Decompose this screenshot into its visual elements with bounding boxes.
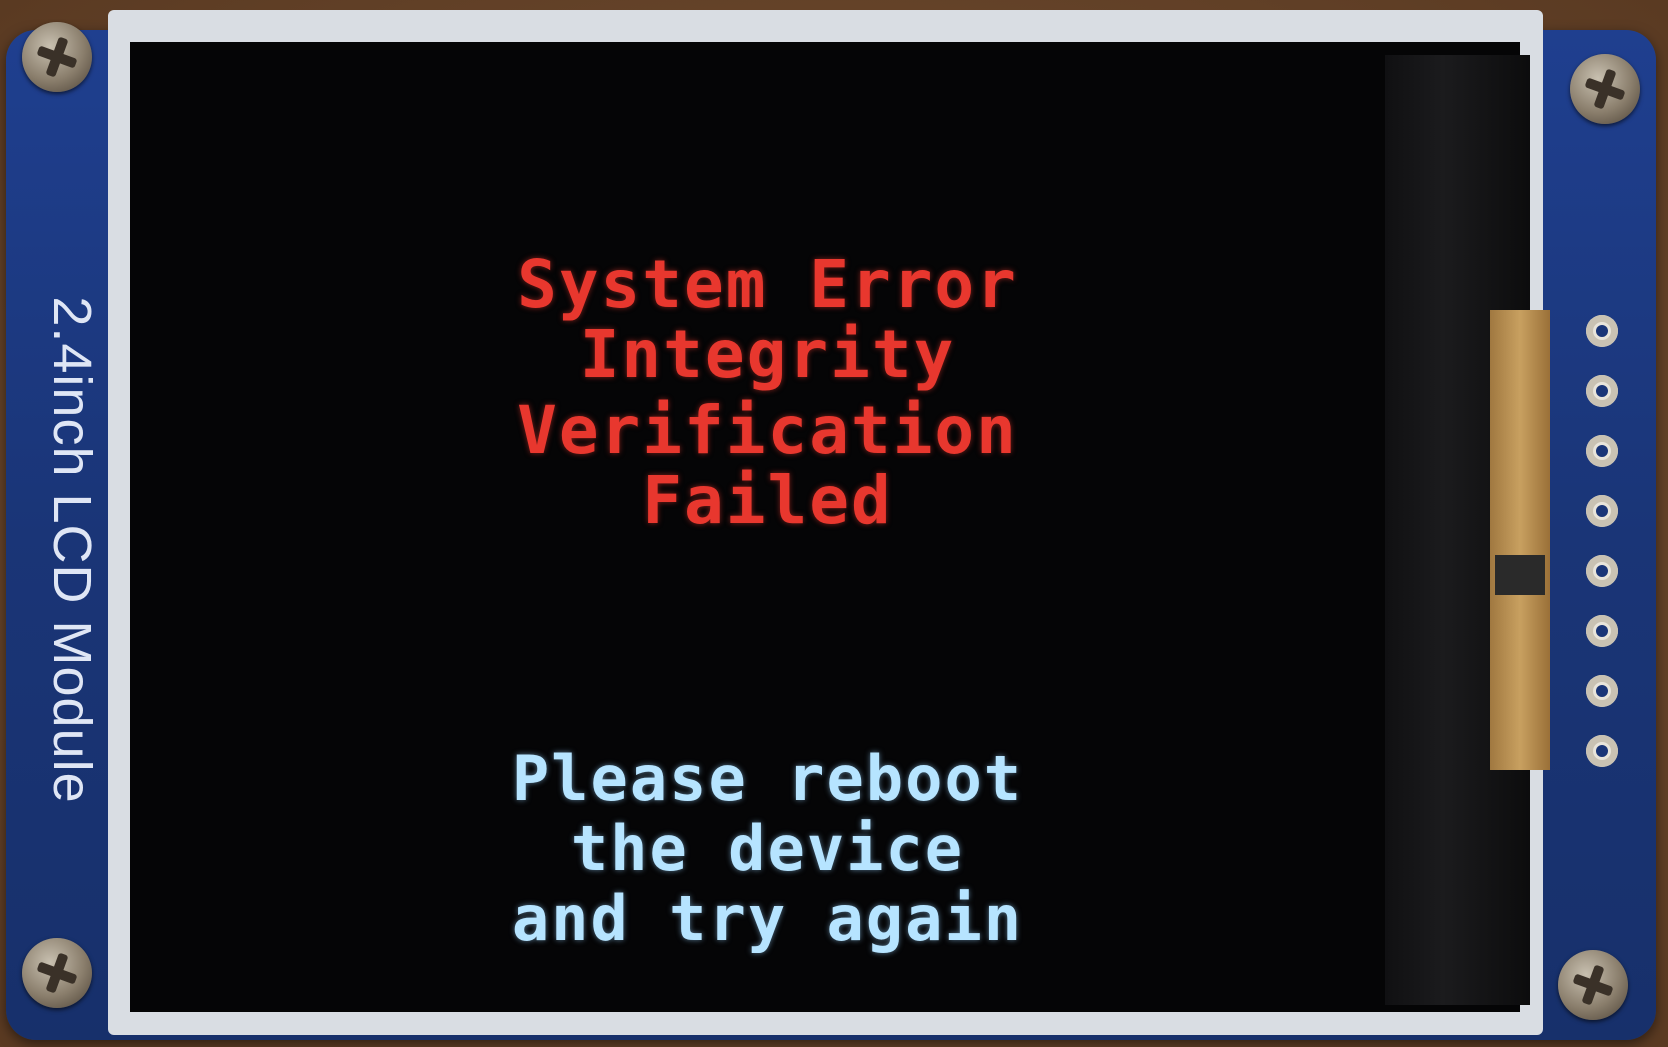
header-pin-icon — [1586, 375, 1618, 407]
mounting-screw-icon — [1570, 54, 1640, 124]
module-silkscreen-label: 2.4inch LCD Module — [42, 296, 102, 804]
error-line: Failed — [642, 462, 893, 539]
flex-ribbon-cable — [1490, 310, 1550, 770]
error-line: Verification — [517, 392, 1018, 469]
header-pin-icon — [1586, 435, 1618, 467]
header-pin-icon — [1586, 495, 1618, 527]
mounting-screw-icon — [22, 938, 92, 1008]
info-line: and try again — [511, 882, 1024, 955]
header-pin-icon — [1586, 315, 1618, 347]
info-line: the device — [570, 812, 965, 885]
mounting-screw-icon — [1558, 950, 1628, 1020]
header-pin-icon — [1586, 555, 1618, 587]
error-line: System Error — [517, 246, 1018, 323]
photo-scene: 2.4inch LCD Module System Error Integrit… — [0, 0, 1668, 1047]
mounting-screw-icon — [22, 22, 92, 92]
header-pin-icon — [1586, 615, 1618, 647]
ribbon-chip — [1495, 555, 1545, 595]
header-pin-icon — [1586, 675, 1618, 707]
header-pin-icon — [1586, 735, 1618, 767]
error-line: Integrity — [579, 316, 956, 393]
info-line: Please reboot — [511, 742, 1024, 815]
